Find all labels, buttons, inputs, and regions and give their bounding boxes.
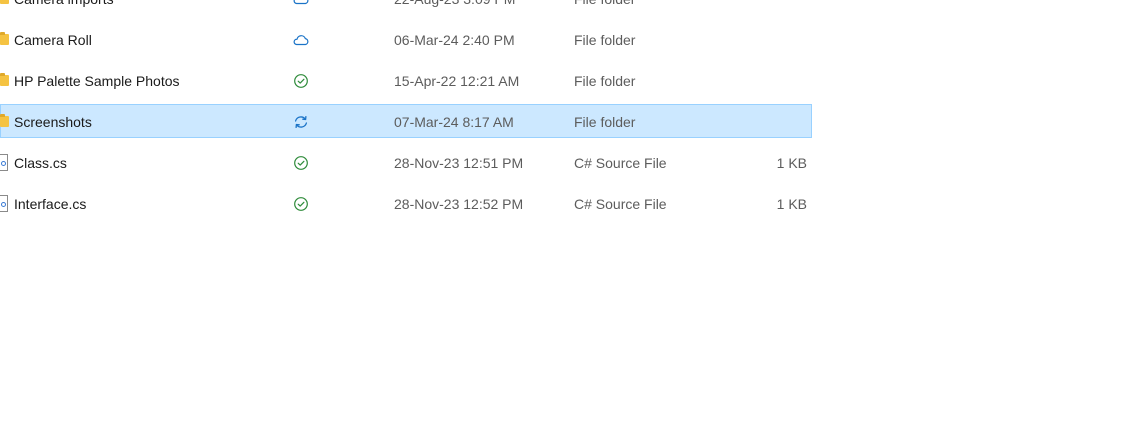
file-row-hp-palette-sample-photos[interactable]: HP Palette Sample Photos 15-Apr-22 12:21… (0, 63, 812, 97)
date-modified: 28-Nov-23 12:52 PM (394, 196, 524, 212)
file-name: Interface.cs (14, 196, 87, 212)
date-modified: 07-Mar-24 8:17 AM (394, 114, 514, 130)
folder-icon (0, 114, 9, 127)
file-name: HP Palette Sample Photos (14, 73, 180, 89)
file-type: C# Source File (574, 196, 667, 212)
file-row-camera-imports[interactable]: Camera imports 22-Aug-23 3:09 PM File fo… (0, 0, 812, 15)
check-circle-icon (292, 196, 310, 212)
file-name: Screenshots (14, 114, 92, 130)
file-list: Camera imports 22-Aug-23 3:09 PM File fo… (0, 0, 812, 227)
cloud-icon (292, 0, 310, 7)
file-size: 1 KB (776, 155, 807, 171)
folder-icon (0, 0, 9, 4)
date-modified: 22-Aug-23 3:09 PM (394, 0, 515, 16)
date-modified: 28-Nov-23 12:51 PM (394, 155, 524, 171)
file-type: C# Source File (574, 155, 667, 171)
file-type: File folder (574, 114, 636, 130)
file-type: File folder (574, 73, 636, 89)
date-modified: 06-Mar-24 2:40 PM (394, 32, 515, 48)
file-row-screenshots[interactable]: Screenshots 07-Mar-24 8:17 AM File folde… (0, 104, 812, 138)
folder-icon (0, 32, 9, 45)
sync-icon (292, 114, 310, 130)
cloud-icon (292, 32, 310, 48)
file-row-camera-roll[interactable]: Camera Roll 06-Mar-24 2:40 PM File folde… (0, 22, 812, 56)
date-modified: 15-Apr-22 12:21 AM (394, 73, 520, 89)
file-name: Camera imports (14, 0, 114, 16)
file-type: File folder (574, 0, 635, 16)
check-circle-icon (292, 155, 310, 171)
csharp-file-icon (0, 154, 8, 171)
file-name: Camera Roll (14, 32, 92, 48)
file-row-interface-cs[interactable]: Interface.cs 28-Nov-23 12:52 PM C# Sourc… (0, 186, 812, 220)
check-circle-icon (292, 73, 310, 89)
file-size: 1 KB (776, 196, 807, 212)
file-type: File folder (574, 32, 636, 48)
file-name: Class.cs (14, 155, 67, 171)
folder-icon (0, 73, 9, 86)
file-row-class-cs[interactable]: Class.cs 28-Nov-23 12:51 PM C# Source Fi… (0, 145, 812, 179)
csharp-file-icon (0, 195, 8, 212)
